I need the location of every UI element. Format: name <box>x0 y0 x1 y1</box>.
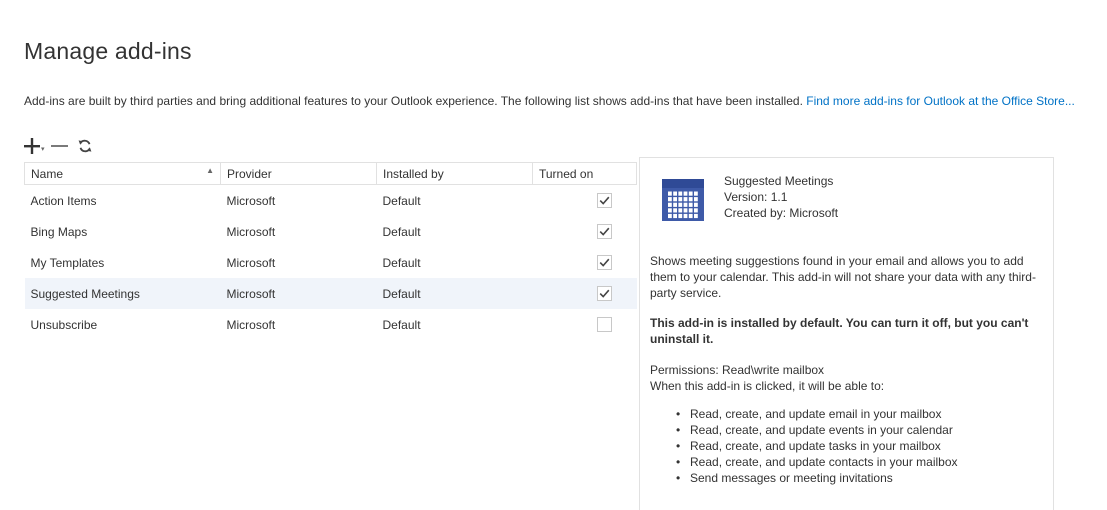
minus-icon <box>50 145 68 147</box>
page-description: Add-ins are built by third parties and b… <box>24 94 1099 108</box>
toolbar: ▾ <box>24 136 92 156</box>
sort-ascending-icon: ▲ <box>206 166 214 175</box>
plus-icon <box>24 138 40 154</box>
row-name: Unsubscribe <box>30 317 98 332</box>
table-row[interactable]: Bing Maps Microsoft Default <box>25 216 637 247</box>
table-row[interactable]: My Templates Microsoft Default <box>25 247 637 278</box>
row-installed-by: Default <box>376 278 533 309</box>
addin-description: Shows meeting suggestions found in your … <box>650 254 1036 300</box>
add-button[interactable] <box>24 136 40 156</box>
permission-item: Read, create, and update events in your … <box>676 422 958 438</box>
row-installed-by: Default <box>382 224 421 239</box>
column-header-provider[interactable]: Provider <box>220 162 377 185</box>
checkmark-icon <box>599 196 610 205</box>
row-provider: Microsoft <box>226 255 276 270</box>
page-title: Manage add-ins <box>24 38 192 64</box>
refresh-icon <box>78 139 91 153</box>
turned-on-checkbox[interactable] <box>597 317 612 333</box>
calendar-icon <box>662 179 704 221</box>
row-provider: Microsoft <box>226 224 276 239</box>
addin-created-by: Created by: Microsoft <box>724 206 839 220</box>
remove-button[interactable] <box>50 136 68 156</box>
row-provider: Microsoft <box>220 278 377 309</box>
row-name: My Templates <box>30 255 105 270</box>
permissions-label: Permissions: Read\write mailbox <box>650 363 825 377</box>
add-dropdown-caret-icon[interactable]: ▾ <box>41 140 45 153</box>
turned-on-checkbox[interactable] <box>597 224 612 240</box>
description-text: Add-ins are built by third parties and b… <box>24 94 803 108</box>
permission-item: Read, create, and update contacts in you… <box>676 454 957 470</box>
checkmark-icon <box>599 289 610 298</box>
row-name: Suggested Meetings <box>24 278 221 309</box>
table-header-row: Name ▲ Provider Installed by Turned on <box>24 162 637 185</box>
addin-permissions: Permissions: Read\write mailbox When thi… <box>650 362 1050 394</box>
column-header-name[interactable]: Name ▲ <box>24 162 221 185</box>
turned-on-checkbox[interactable] <box>597 286 612 302</box>
row-name: Action Items <box>30 193 97 208</box>
row-installed-by: Default <box>382 193 421 208</box>
table-row-selected[interactable]: Suggested Meetings Microsoft Default <box>24 278 637 309</box>
checkmark-icon <box>599 258 610 267</box>
table-row[interactable]: Action Items Microsoft Default <box>25 185 637 217</box>
addin-install-note: This add-in is installed by default. You… <box>650 316 1029 346</box>
addin-detail-panel: Suggested Meetings Version: 1.1 Created … <box>639 157 1054 510</box>
refresh-button[interactable] <box>78 136 92 156</box>
addin-meta: Suggested Meetings Version: 1.1 Created … <box>724 173 838 221</box>
permission-item: Read, create, and update tasks in your m… <box>676 438 958 454</box>
permissions-list: Read, create, and update email in your m… <box>650 406 958 486</box>
row-provider: Microsoft <box>226 317 276 332</box>
addins-table: Name ▲ Provider Installed by Turned on Ac… <box>24 162 637 340</box>
turned-on-checkbox[interactable] <box>597 255 612 271</box>
row-installed-by: Default <box>382 255 421 270</box>
office-store-link[interactable]: Find more add-ins for Outlook at the Off… <box>806 94 1075 108</box>
permissions-intro: When this add-in is clicked, it will be … <box>650 379 885 393</box>
column-header-turned-on[interactable]: Turned on <box>532 162 637 185</box>
row-provider: Microsoft <box>226 193 276 208</box>
turned-on-checkbox[interactable] <box>597 193 612 209</box>
checkmark-icon <box>599 227 610 236</box>
row-name: Bing Maps <box>30 224 88 239</box>
addin-name: Suggested Meetings <box>724 174 834 188</box>
permission-item: Read, create, and update email in your m… <box>676 406 958 422</box>
row-installed-by: Default <box>382 317 421 332</box>
column-header-installed-by[interactable]: Installed by <box>376 162 533 185</box>
addin-version: Version: 1.1 <box>724 190 788 204</box>
table-row[interactable]: Unsubscribe Microsoft Default <box>25 309 637 340</box>
permission-item: Send messages or meeting invitations <box>676 470 958 486</box>
